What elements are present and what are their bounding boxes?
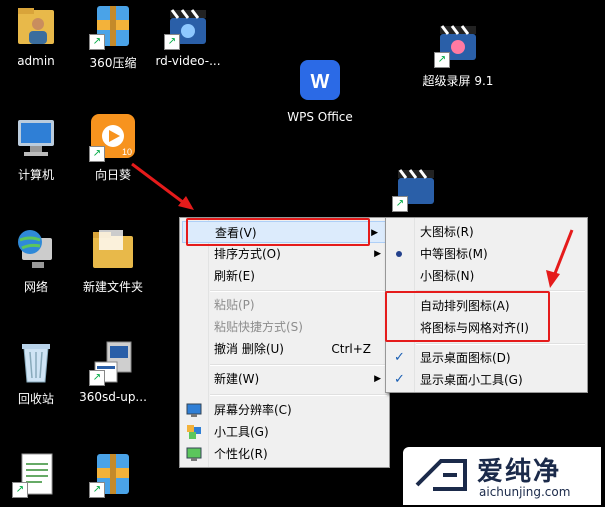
menu-item-label: 个性化(R) (214, 447, 268, 461)
shortcut-arrow-icon: ↗ (164, 34, 180, 50)
icon-label: rd-video-... (155, 54, 221, 68)
shortcut-arrow-icon: ↗ (89, 482, 105, 498)
shortcut-arrow-icon: ↗ (12, 482, 28, 498)
desktop-icon-super-recorder[interactable]: ↗ 超级录屏 9.1 (418, 20, 498, 89)
radio-dot-icon (396, 251, 402, 257)
menu-separator (210, 364, 387, 366)
menu-item-label: 屏幕分辨率(C) (214, 403, 292, 417)
shortcut-arrow-icon: ↗ (89, 34, 105, 50)
desktop-icon-new-folder[interactable]: 新建文件夹 (73, 226, 153, 295)
icon-label: 计算机 (17, 168, 54, 182)
menu-item-gadgets[interactable]: 小工具(G) (180, 421, 389, 443)
recycle-bin-icon (12, 338, 60, 386)
menu-item-show-desktop-icons[interactable]: ✓ 显示桌面图标(D) (386, 347, 587, 369)
checkmark-icon: ✓ (394, 350, 405, 365)
watermark-url: aichunjing.com (479, 485, 571, 499)
monitor-icon (186, 402, 202, 418)
personalize-icon (186, 446, 202, 462)
user-folder-icon (12, 2, 60, 50)
menu-separator (416, 343, 585, 345)
checkmark-icon: ✓ (394, 372, 405, 387)
menu-item-label: 显示桌面小工具(G) (420, 373, 523, 387)
shortcut-arrow-icon: ↗ (392, 196, 408, 212)
watermark: 爱纯净 aichunjing.com (403, 447, 601, 505)
shortcut-arrow-icon: ↗ (89, 146, 105, 162)
video-clapper-icon: ↗ (164, 2, 212, 50)
brand-logo-icon (415, 459, 467, 491)
desktop-icon-recycle-bin[interactable]: 回收站 (0, 338, 76, 407)
menu-item-label: 新建(W) (214, 372, 260, 386)
icon-label: 超级录屏 9.1 (422, 74, 494, 88)
desktop-icon-partial-doc[interactable]: ↗ (0, 450, 76, 498)
icon-label: WPS Office (287, 110, 353, 124)
menu-item-label: 小工具(G) (214, 425, 269, 439)
icon-label: 网络 (23, 280, 48, 294)
highlight-box-arrange-options (385, 291, 550, 342)
menu-item-new[interactable]: 新建(W) ▶ (180, 368, 389, 390)
menu-item-show-gadgets[interactable]: ✓ 显示桌面小工具(G) (386, 369, 587, 391)
annotation-arrow-icon (546, 229, 574, 288)
video-clapper-icon: ↗ (392, 164, 440, 212)
desktop-icon-wps[interactable]: W WPS Office (280, 58, 360, 124)
desktop-icon-rd-video[interactable]: ↗ rd-video-... (148, 2, 228, 68)
desktop-icon-partial-zip[interactable]: ↗ (73, 450, 153, 498)
menu-separator (210, 394, 387, 396)
submenu-arrow-icon: ▶ (374, 374, 381, 384)
annotation-arrow-icon (131, 162, 194, 210)
desktop-icon-360sd[interactable]: ↗ 360sd-up... (73, 338, 153, 404)
icon-label: 新建文件夹 (82, 280, 143, 294)
wps-icon: W (296, 58, 344, 106)
menu-separator (210, 290, 387, 292)
highlight-box-view (186, 218, 370, 246)
gadgets-icon (186, 424, 202, 440)
installer-icon: ↗ (89, 338, 137, 386)
folder-icon (89, 226, 137, 274)
desktop-icon-network[interactable]: 网络 (0, 226, 76, 295)
icon-label: 360sd-up... (79, 390, 147, 404)
menu-item-label: 撤消 删除(U) (214, 342, 284, 356)
desktop-icon-admin[interactable]: admin (0, 2, 76, 68)
menu-item-label: 小图标(N) (420, 269, 475, 283)
computer-icon (12, 114, 60, 162)
document-icon: ↗ (12, 450, 60, 498)
svg-text:W: W (311, 71, 330, 93)
menu-item-label: 显示桌面图标(D) (420, 351, 511, 365)
menu-item-label: 大图标(R) (420, 225, 474, 239)
menu-item-label: 中等图标(M) (420, 247, 488, 261)
menu-item-label: 粘贴快捷方式(S) (214, 320, 303, 334)
menu-item-personalize[interactable]: 个性化(R) (180, 443, 389, 465)
network-globe-icon (12, 226, 60, 274)
menu-item-sort[interactable]: 排序方式(O) ▶ (180, 243, 389, 265)
sunflower-icon: 10 ↗ (89, 114, 137, 162)
menu-item-label: 刷新(E) (214, 269, 255, 283)
menu-item-undo-delete[interactable]: 撤消 删除(U) Ctrl+Z (180, 338, 389, 360)
menu-item-paste[interactable]: 粘贴(P) (180, 294, 389, 316)
desktop-icon-computer[interactable]: 计算机 (0, 114, 76, 183)
menu-item-shortcut: Ctrl+Z (331, 342, 371, 356)
desktop-context-menu: 查看(V) ▶ 排序方式(O) ▶ 刷新(E) 粘贴(P) 粘贴快捷方式(S) … (179, 217, 390, 468)
menu-item-label: 排序方式(O) (214, 247, 281, 261)
shortcut-arrow-icon: ↗ (89, 370, 105, 386)
icon-label: 回收站 (17, 392, 54, 406)
menu-item-label: 粘贴(P) (214, 298, 255, 312)
icon-label: 360压缩 (89, 56, 137, 70)
submenu-arrow-icon: ▶ (371, 228, 378, 238)
watermark-brand: 爱纯净 (477, 457, 562, 487)
submenu-arrow-icon: ▶ (374, 249, 381, 259)
shortcut-arrow-icon: ↗ (434, 52, 450, 68)
menu-item-refresh[interactable]: 刷新(E) (180, 265, 389, 287)
zip-icon: ↗ (89, 450, 137, 498)
screen-recorder-icon: ↗ (434, 20, 482, 68)
menu-item-paste-shortcut[interactable]: 粘贴快捷方式(S) (180, 316, 389, 338)
svg-text:10: 10 (122, 147, 132, 157)
icon-label: admin (17, 54, 55, 68)
desktop-icon-hidden-recorder[interactable]: ↗ (376, 164, 456, 212)
menu-item-screen-resolution[interactable]: 屏幕分辨率(C) (180, 399, 389, 421)
desktop-icon-360zip[interactable]: ↗ 360压缩 (73, 2, 153, 71)
zip-icon: ↗ (89, 2, 137, 50)
